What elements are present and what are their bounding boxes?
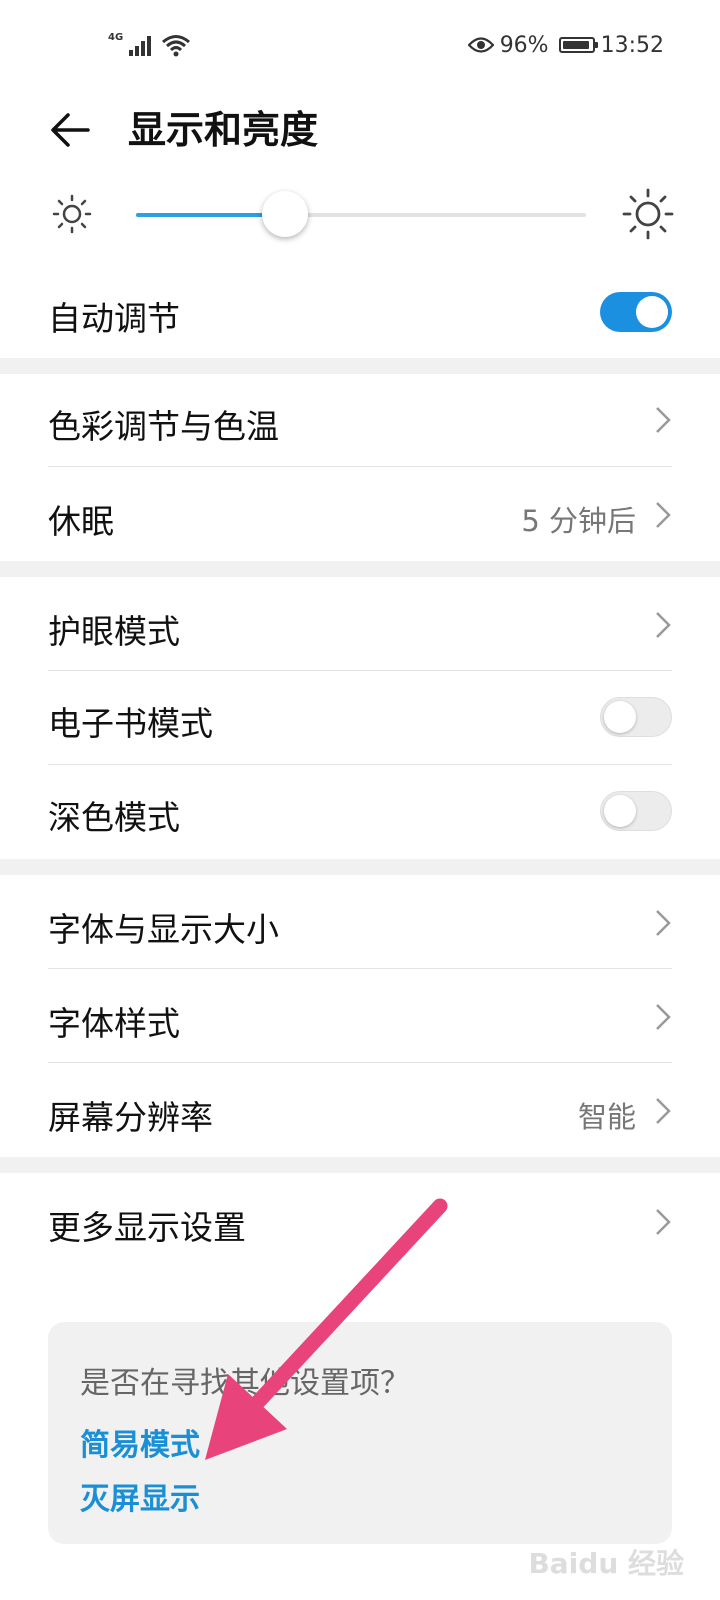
dark-mode-toggle[interactable] xyxy=(600,791,672,831)
eye-comfort-label: 护眼模式 xyxy=(48,612,180,651)
low-brightness-icon xyxy=(52,194,92,234)
sleep-label: 休眠 xyxy=(48,502,114,541)
section-gap xyxy=(0,1157,720,1173)
font-size-label: 字体与显示大小 xyxy=(48,910,279,949)
brightness-control xyxy=(0,180,720,250)
signal-icon xyxy=(129,36,152,56)
resolution-value: 智能 xyxy=(577,1100,636,1134)
always-on-display-link[interactable]: 灭屏显示 xyxy=(80,1474,200,1518)
suggestion-title: 是否在寻找其他设置项？ xyxy=(80,1366,410,1401)
battery-icon xyxy=(558,37,598,53)
eye-comfort-icon xyxy=(467,37,494,53)
ebook-mode-label: 电子书模式 xyxy=(48,704,213,743)
color-temperature-row[interactable]: 色彩调节与色温 xyxy=(0,374,720,466)
brightness-slider[interactable] xyxy=(136,191,586,237)
brightness-slider-thumb[interactable] xyxy=(261,191,308,237)
eye-comfort-row[interactable]: 护眼模式 xyxy=(0,577,720,670)
back-arrow-icon[interactable] xyxy=(48,110,92,150)
network-type: 4G xyxy=(108,31,124,43)
chevron-right-icon xyxy=(656,1004,671,1030)
font-size-row[interactable]: 字体与显示大小 xyxy=(0,875,720,968)
ebook-mode-row[interactable]: 电子书模式 xyxy=(0,671,720,764)
section-gap xyxy=(0,561,720,577)
sleep-value: 5 分钟后 xyxy=(521,504,636,538)
simple-mode-link[interactable]: 简易模式 xyxy=(80,1420,200,1464)
auto-adjust-toggle[interactable] xyxy=(600,292,672,332)
status-left: 4G xyxy=(108,30,191,60)
wifi-icon xyxy=(162,35,191,57)
section-gap xyxy=(0,358,720,374)
watermark: Baidu 经验 xyxy=(528,1547,684,1580)
status-right: 96% 13:52 xyxy=(467,30,664,60)
dark-mode-label: 深色模式 xyxy=(48,798,180,837)
clock: 13:52 xyxy=(600,32,664,58)
font-style-row[interactable]: 字体样式 xyxy=(0,969,720,1062)
chevron-right-icon xyxy=(656,612,671,638)
more-display-settings-row[interactable]: 更多显示设置 xyxy=(0,1173,720,1273)
ebook-mode-toggle[interactable] xyxy=(600,697,672,737)
auto-adjust-row[interactable]: 自动调节 xyxy=(0,272,720,356)
chevron-right-icon xyxy=(656,407,671,433)
page-title: 显示和亮度 xyxy=(128,108,319,152)
battery-percent: 96% xyxy=(499,32,549,58)
font-style-label: 字体样式 xyxy=(48,1004,180,1043)
section-gap xyxy=(0,859,720,875)
more-display-settings-label: 更多显示设置 xyxy=(48,1208,246,1247)
high-brightness-icon xyxy=(622,188,674,240)
dark-mode-row[interactable]: 深色模式 xyxy=(0,765,720,859)
chevron-right-icon xyxy=(656,1098,671,1124)
chevron-right-icon xyxy=(656,502,671,528)
resolution-label: 屏幕分辨率 xyxy=(48,1098,213,1137)
suggestion-card: 是否在寻找其他设置项？ 简易模式 灭屏显示 xyxy=(48,1322,672,1544)
sleep-row[interactable]: 休眠 5 分钟后 xyxy=(0,467,720,561)
resolution-row[interactable]: 屏幕分辨率 智能 xyxy=(0,1063,720,1157)
chevron-right-icon xyxy=(656,1209,671,1235)
chevron-right-icon xyxy=(656,910,671,936)
auto-adjust-label: 自动调节 xyxy=(48,299,180,338)
app-header: 显示和亮度 xyxy=(0,90,720,170)
color-temperature-label: 色彩调节与色温 xyxy=(48,407,279,446)
status-bar: 4G 96% 13:52 xyxy=(0,0,720,90)
